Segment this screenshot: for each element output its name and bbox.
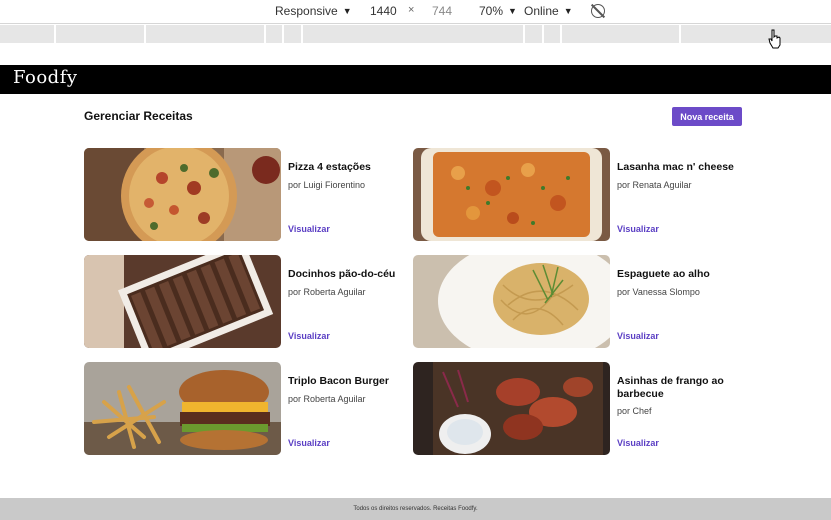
media-query-marker[interactable] <box>679 25 681 43</box>
view-recipe-link[interactable]: Visualizar <box>617 331 659 341</box>
recipe-author: por Luigi Fiorentino <box>288 180 366 190</box>
burger-image <box>84 362 281 455</box>
recipe-author: por Chef <box>617 406 652 416</box>
dimension-separator: × <box>408 4 414 16</box>
new-recipe-button[interactable]: Nova receita <box>672 107 742 126</box>
chocolates-image <box>84 255 281 348</box>
recipe-author: por Renata Aguilar <box>617 180 692 190</box>
footer-text: Todos os direitos reservados. Receitas F… <box>353 506 478 512</box>
recipe-card: Triplo Bacon Burger por Roberta Aguilar … <box>84 362 404 455</box>
media-query-bar[interactable] <box>0 25 831 43</box>
width-value: 1440 <box>370 4 397 18</box>
media-query-marker[interactable] <box>542 25 544 43</box>
chevron-down-icon: ▼ <box>342 6 352 16</box>
view-recipe-link[interactable]: Visualizar <box>617 224 659 234</box>
device-toolbar: Responsive ▼ 1440 × 744 70% ▼ Online ▼ <box>0 0 831 24</box>
zoom-label: 70% <box>479 4 504 18</box>
media-query-marker[interactable] <box>54 25 56 43</box>
height-value: 744 <box>432 4 453 18</box>
spaghetti-image <box>413 255 610 348</box>
recipe-title: Pizza 4 estações <box>288 161 371 173</box>
recipe-card: Espaguete ao alho por Vanessa Slompo Vis… <box>413 255 733 348</box>
recipe-title: Lasanha mac n' cheese <box>617 161 734 173</box>
chevron-down-icon: ▼ <box>563 6 573 16</box>
recipe-card: Lasanha mac n' cheese por Renata Aguilar… <box>413 148 734 241</box>
device-label: Responsive <box>275 4 338 18</box>
height-input[interactable]: 744 <box>432 4 452 18</box>
recipe-author: por Vanessa Slompo <box>617 287 700 297</box>
chevron-down-icon: ▼ <box>508 6 517 16</box>
recipe-card: Docinhos pão-do-céu por Roberta Aguilar … <box>84 255 404 348</box>
recipe-title: Asinhas de frango ao barbecue <box>617 375 724 400</box>
rotate-icon <box>591 4 605 18</box>
media-query-marker[interactable] <box>144 25 146 43</box>
page-title: Gerenciar Receitas <box>84 109 193 123</box>
recipe-title: Triplo Bacon Burger <box>288 375 389 387</box>
network-label: Online <box>524 4 559 18</box>
device-select[interactable]: Responsive ▼ <box>275 4 352 18</box>
zoom-select[interactable]: 70% ▼ <box>479 4 517 18</box>
view-recipe-link[interactable]: Visualizar <box>288 438 330 448</box>
rotate-button[interactable] <box>591 4 605 18</box>
recipe-author: por Roberta Aguilar <box>288 394 366 404</box>
recipe-card: Pizza 4 estações por Luigi Fiorentino Vi… <box>84 148 404 241</box>
view-recipe-link[interactable]: Visualizar <box>288 224 330 234</box>
times-icon: × <box>408 4 415 16</box>
site-footer: Todos os direitos reservados. Receitas F… <box>0 498 831 520</box>
media-query-marker[interactable] <box>282 25 284 43</box>
media-query-marker[interactable] <box>523 25 525 43</box>
recipe-title: Docinhos pão-do-céu <box>288 268 396 280</box>
pizza-image <box>84 148 281 241</box>
site-header: Foodfy <box>0 65 831 94</box>
media-query-marker[interactable] <box>264 25 266 43</box>
media-query-marker[interactable] <box>301 25 303 43</box>
view-recipe-link[interactable]: Visualizar <box>617 438 659 448</box>
media-query-marker[interactable] <box>560 25 562 43</box>
recipe-card: Asinhas de frango ao barbecue por Chef V… <box>413 362 733 455</box>
hand-cursor-icon <box>768 29 781 49</box>
site-logo[interactable]: Foodfy <box>13 67 78 88</box>
recipe-title: Espaguete ao alho <box>617 268 710 280</box>
chicken-wings-image <box>413 362 610 455</box>
view-recipe-link[interactable]: Visualizar <box>288 331 330 341</box>
network-select[interactable]: Online ▼ <box>524 4 573 18</box>
width-input[interactable]: 1440 <box>370 4 397 18</box>
lasagna-image <box>413 148 610 241</box>
recipe-author: por Roberta Aguilar <box>288 287 366 297</box>
